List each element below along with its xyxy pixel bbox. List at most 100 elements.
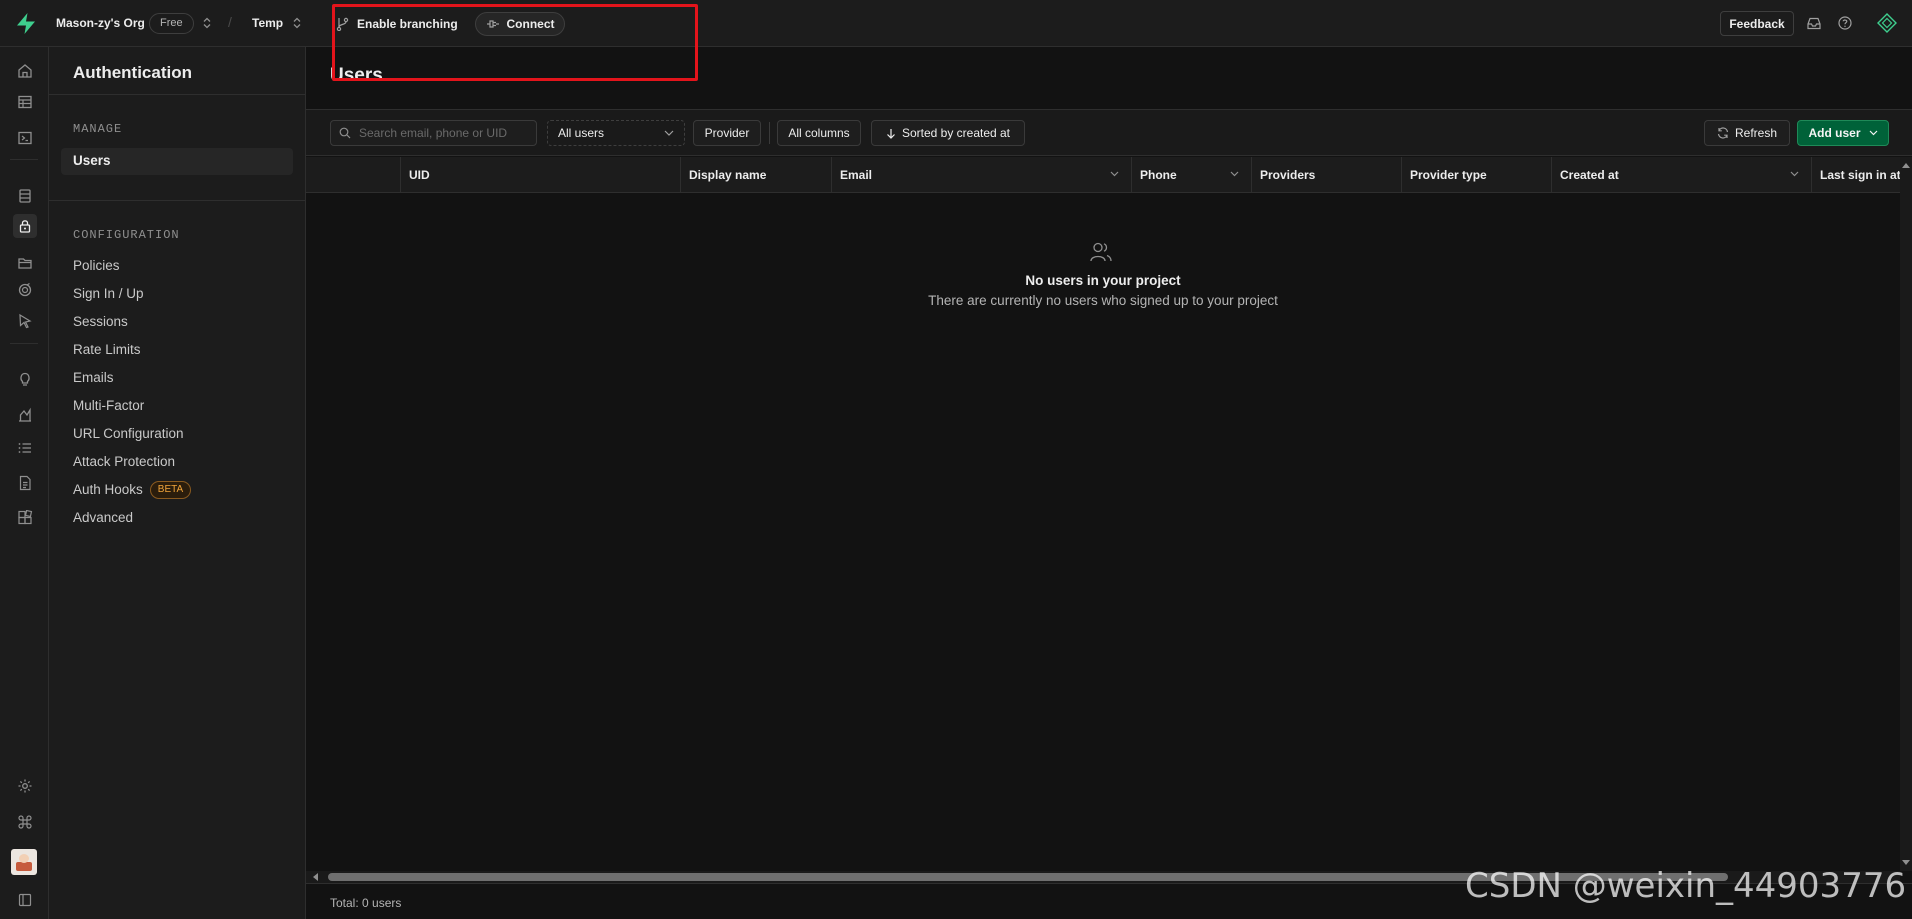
sidebar-item-sign-in-up[interactable]: Sign In / Up xyxy=(73,284,144,304)
column-uid[interactable]: UID xyxy=(400,157,680,193)
user-filter-select[interactable]: All users xyxy=(547,120,685,146)
sidebar-item-advanced[interactable]: Advanced xyxy=(73,508,133,528)
column-phone[interactable]: Phone xyxy=(1131,157,1251,193)
user-filter-value: All users xyxy=(558,126,605,140)
auth-sidebar-title: Authentication xyxy=(73,63,192,82)
sidebar-item-policies[interactable]: Policies xyxy=(73,256,120,276)
column-phone-label: Phone xyxy=(1140,168,1177,182)
help-icon[interactable] xyxy=(1838,16,1852,30)
refresh-icon xyxy=(1717,127,1729,139)
page-title: Users xyxy=(330,65,383,86)
search-icon xyxy=(339,127,351,139)
sidebar-toggle-icon[interactable] xyxy=(13,888,37,912)
add-user-label: Add user xyxy=(1808,126,1861,140)
rail-divider xyxy=(10,343,38,344)
realtime-icon[interactable] xyxy=(13,309,37,333)
manage-section-label: MANAGE xyxy=(73,122,123,136)
chevron-down-icon[interactable] xyxy=(1110,171,1119,177)
users-toolbar: All users Provider All columns Sorted by… xyxy=(306,109,1912,156)
chevron-down-icon[interactable] xyxy=(1230,171,1239,177)
storage-icon[interactable] xyxy=(13,251,37,275)
scroll-left-arrow-icon[interactable] xyxy=(310,871,320,883)
auth-sidebar: Authentication MANAGE Users CONFIGURATIO… xyxy=(49,47,306,919)
column-display-name[interactable]: Display name xyxy=(680,157,831,193)
add-user-button[interactable]: Add user xyxy=(1797,120,1889,146)
connect-button[interactable]: Connect xyxy=(475,12,565,36)
integrations-icon[interactable] xyxy=(13,506,37,530)
column-last-sign-in-at[interactable]: Last sign in at xyxy=(1811,157,1900,193)
sidebar-item-attack-protection[interactable]: Attack Protection xyxy=(73,452,175,472)
empty-state-title: No users in your project xyxy=(1025,273,1181,288)
database-icon[interactable] xyxy=(13,184,37,208)
plug-icon xyxy=(486,19,500,29)
top-bar: Mason-zy's Org Free / Temp Enable branch… xyxy=(0,0,1912,47)
rail-divider xyxy=(10,159,38,160)
logs-list-icon[interactable] xyxy=(13,436,37,460)
scroll-up-arrow-icon[interactable] xyxy=(1900,160,1912,170)
columns-button[interactable]: All columns xyxy=(777,120,861,146)
column-provider-type[interactable]: Provider type xyxy=(1401,157,1551,193)
column-created-at[interactable]: Created at xyxy=(1551,157,1811,193)
refresh-label: Refresh xyxy=(1734,126,1778,140)
sidebar-item-auth-hooks[interactable]: Auth Hooks BETA xyxy=(73,480,192,500)
assistant-icon[interactable] xyxy=(1877,13,1897,33)
plan-badge: Free xyxy=(149,13,194,34)
breadcrumb-separator: / xyxy=(228,14,232,30)
enable-branching-button[interactable]: Enable branching xyxy=(336,12,458,36)
arrow-down-icon xyxy=(886,128,896,139)
select-column xyxy=(306,157,400,193)
org-name[interactable]: Mason-zy's Org xyxy=(56,16,145,30)
search-input[interactable] xyxy=(357,121,533,145)
vertical-scrollbar[interactable] xyxy=(1900,157,1912,871)
connect-label: Connect xyxy=(506,17,555,31)
org-switcher-chevron-icon[interactable] xyxy=(202,17,212,29)
chevron-down-icon xyxy=(1869,130,1878,136)
refresh-button[interactable]: Refresh xyxy=(1704,120,1790,146)
sidebar-item-url-configuration[interactable]: URL Configuration xyxy=(73,424,184,444)
enable-branching-label: Enable branching xyxy=(357,17,458,31)
chevron-down-icon[interactable] xyxy=(1790,171,1799,177)
reports-chart-icon[interactable] xyxy=(13,403,37,427)
authentication-icon[interactable] xyxy=(13,214,37,238)
csdn-watermark: CSDN @weixin_44903776 xyxy=(1465,866,1907,906)
sidebar-item-multi-factor[interactable]: Multi-Factor xyxy=(73,396,144,416)
provider-filter-button[interactable]: Provider xyxy=(693,120,761,146)
sql-editor-icon[interactable] xyxy=(13,126,37,150)
total-users-count: Total: 0 users xyxy=(330,896,402,910)
project-name[interactable]: Temp xyxy=(252,16,283,30)
column-providers[interactable]: Providers xyxy=(1251,157,1401,193)
settings-gear-icon[interactable] xyxy=(13,774,37,798)
sidebar-divider xyxy=(49,200,305,201)
api-docs-icon[interactable] xyxy=(13,471,37,495)
toolbar-divider xyxy=(769,122,770,144)
edge-functions-icon[interactable] xyxy=(13,278,37,302)
column-created-at-label: Created at xyxy=(1560,168,1619,182)
sidebar-item-sessions[interactable]: Sessions xyxy=(73,312,128,332)
sidebar-divider xyxy=(49,94,305,95)
command-icon[interactable] xyxy=(13,810,37,834)
inbox-icon[interactable] xyxy=(1807,17,1821,30)
configuration-section-label: CONFIGURATION xyxy=(73,228,180,242)
table-editor-icon[interactable] xyxy=(13,90,37,114)
sort-label: Sorted by created at xyxy=(901,126,1011,140)
column-email[interactable]: Email xyxy=(831,157,1131,193)
users-icon xyxy=(1089,241,1113,263)
supabase-logo-icon[interactable] xyxy=(15,12,37,35)
advisors-lightbulb-icon[interactable] xyxy=(13,367,37,391)
left-icon-rail xyxy=(0,47,49,919)
git-branch-icon xyxy=(336,17,349,31)
sidebar-item-rate-limits[interactable]: Rate Limits xyxy=(73,340,141,360)
search-box[interactable] xyxy=(330,120,537,146)
project-switcher-chevron-icon[interactable] xyxy=(292,17,302,29)
beta-badge: BETA xyxy=(149,481,192,500)
main-content: Users All users Provider All columns Sor… xyxy=(306,47,1912,919)
sidebar-item-users-label[interactable]: Users xyxy=(73,151,111,171)
user-avatar[interactable] xyxy=(11,849,37,875)
sidebar-item-emails[interactable]: Emails xyxy=(73,368,114,388)
sort-button[interactable]: Sorted by created at xyxy=(871,120,1025,146)
home-icon[interactable] xyxy=(13,59,37,83)
column-email-label: Email xyxy=(840,168,873,182)
empty-state-subtitle: There are currently no users who signed … xyxy=(928,293,1278,308)
feedback-button[interactable]: Feedback xyxy=(1720,11,1794,36)
auth-hooks-label: Auth Hooks xyxy=(73,482,143,497)
